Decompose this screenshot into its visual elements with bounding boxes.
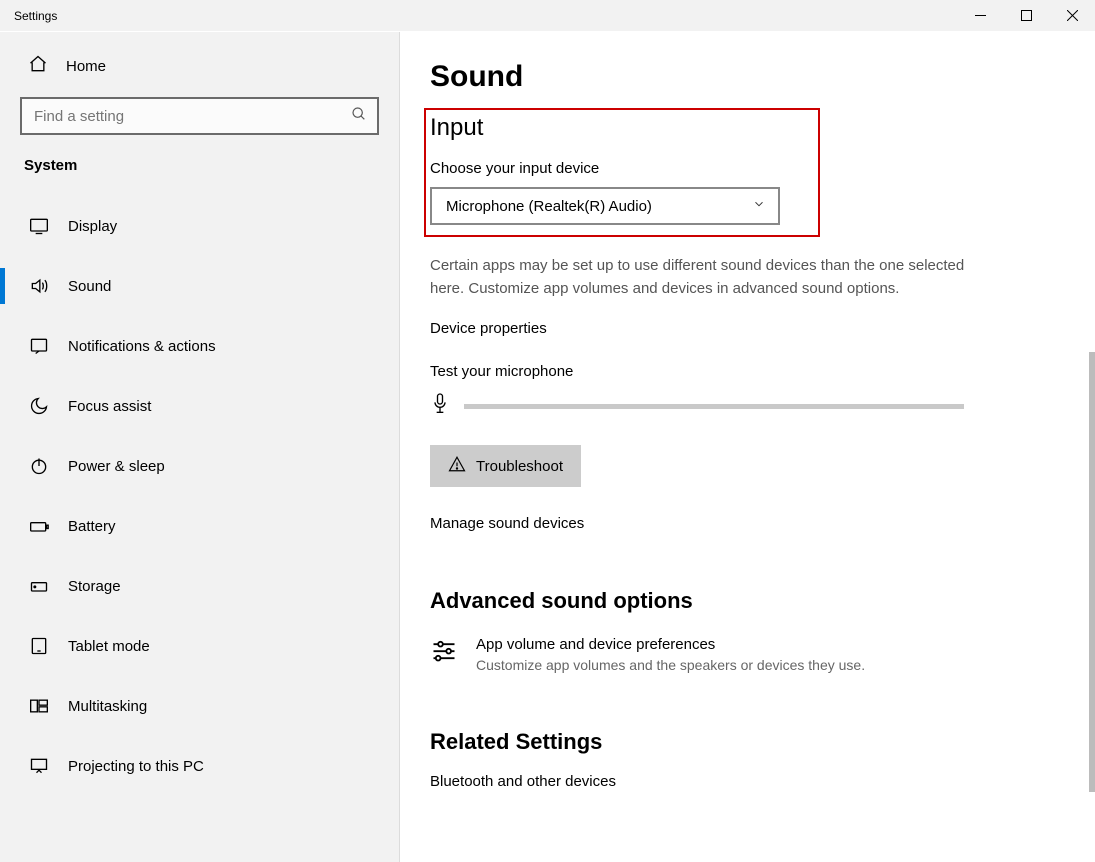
- content-area: Sound Input Choose your input device Mic…: [400, 32, 1095, 862]
- sidebar-item-tablet-mode[interactable]: Tablet mode: [20, 616, 379, 676]
- input-description: Certain apps may be set up to use differ…: [430, 255, 990, 300]
- app-volume-subtitle: Customize app volumes and the speakers o…: [476, 657, 865, 673]
- sidebar-item-storage[interactable]: Storage: [20, 556, 379, 616]
- sidebar-item-display[interactable]: Display: [20, 196, 379, 256]
- display-icon: [28, 216, 50, 236]
- sidebar-item-sound[interactable]: Sound: [20, 256, 379, 316]
- input-device-selected: Microphone (Realtek(R) Audio): [446, 198, 652, 215]
- sidebar: Home System Display: [0, 32, 400, 862]
- sidebar-item-battery[interactable]: Battery: [20, 496, 379, 556]
- sidebar-item-label: Projecting to this PC: [68, 758, 204, 775]
- sidebar-item-label: Storage: [68, 578, 121, 595]
- power-icon: [28, 456, 50, 476]
- scrollbar-thumb[interactable]: [1089, 352, 1095, 792]
- sliders-icon: [430, 636, 458, 673]
- focus-assist-icon: [28, 396, 50, 416]
- sidebar-item-label: Display: [68, 218, 117, 235]
- troubleshoot-label: Troubleshoot: [476, 458, 563, 475]
- advanced-heading: Advanced sound options: [430, 588, 1035, 614]
- storage-icon: [28, 576, 50, 596]
- microphone-icon: [430, 392, 450, 421]
- window-title: Settings: [0, 9, 57, 23]
- app-volume-title: App volume and device preferences: [476, 636, 865, 653]
- related-heading: Related Settings: [430, 729, 1035, 755]
- minimize-button[interactable]: [957, 0, 1003, 32]
- warning-icon: [448, 455, 466, 477]
- sidebar-item-projecting[interactable]: Projecting to this PC: [20, 736, 379, 796]
- category-heading: System: [20, 157, 379, 196]
- sidebar-item-focus-assist[interactable]: Focus assist: [20, 376, 379, 436]
- sidebar-item-power-sleep[interactable]: Power & sleep: [20, 436, 379, 496]
- sidebar-item-label: Notifications & actions: [68, 338, 216, 355]
- input-device-dropdown[interactable]: Microphone (Realtek(R) Audio): [430, 187, 780, 225]
- window-controls: [957, 0, 1095, 32]
- close-button[interactable]: [1049, 0, 1095, 32]
- home-label: Home: [66, 58, 106, 75]
- search-box[interactable]: [20, 97, 379, 135]
- manage-sound-devices-link[interactable]: Manage sound devices: [430, 515, 1035, 532]
- app-volume-preferences[interactable]: App volume and device preferences Custom…: [430, 636, 1035, 673]
- choose-input-label: Choose your input device: [430, 160, 812, 177]
- chevron-down-icon: [752, 197, 766, 215]
- test-mic-label: Test your microphone: [430, 363, 1035, 380]
- home-icon: [28, 54, 48, 79]
- device-properties-link[interactable]: Device properties: [430, 320, 1035, 337]
- input-heading: Input: [430, 114, 812, 142]
- sidebar-item-label: Multitasking: [68, 698, 147, 715]
- sidebar-item-notifications[interactable]: Notifications & actions: [20, 316, 379, 376]
- sidebar-item-multitasking[interactable]: Multitasking: [20, 676, 379, 736]
- maximize-button[interactable]: [1003, 0, 1049, 32]
- projecting-icon: [28, 756, 50, 776]
- multitasking-icon: [28, 696, 50, 716]
- titlebar: Settings: [0, 0, 1095, 32]
- input-section-highlight: Input Choose your input device Microphon…: [424, 108, 820, 237]
- battery-icon: [28, 516, 50, 536]
- mic-test-section: Test your microphone: [430, 363, 1035, 421]
- sound-icon: [28, 276, 50, 296]
- sidebar-item-label: Sound: [68, 278, 111, 295]
- notifications-icon: [28, 336, 50, 356]
- troubleshoot-button[interactable]: Troubleshoot: [430, 445, 581, 487]
- bluetooth-devices-link[interactable]: Bluetooth and other devices: [430, 773, 1035, 790]
- page-title: Sound: [430, 60, 1035, 94]
- sidebar-item-label: Power & sleep: [68, 458, 165, 475]
- sidebar-nav: Display Sound Notifications & actions: [20, 196, 379, 796]
- tablet-icon: [28, 636, 50, 656]
- sidebar-item-label: Focus assist: [68, 398, 151, 415]
- search-icon: [351, 106, 367, 127]
- sidebar-item-label: Battery: [68, 518, 116, 535]
- home-nav[interactable]: Home: [20, 32, 379, 97]
- search-input[interactable]: [34, 108, 351, 125]
- vertical-scrollbar[interactable]: [1089, 32, 1095, 862]
- mic-level-bar: [464, 404, 964, 409]
- sidebar-item-label: Tablet mode: [68, 638, 150, 655]
